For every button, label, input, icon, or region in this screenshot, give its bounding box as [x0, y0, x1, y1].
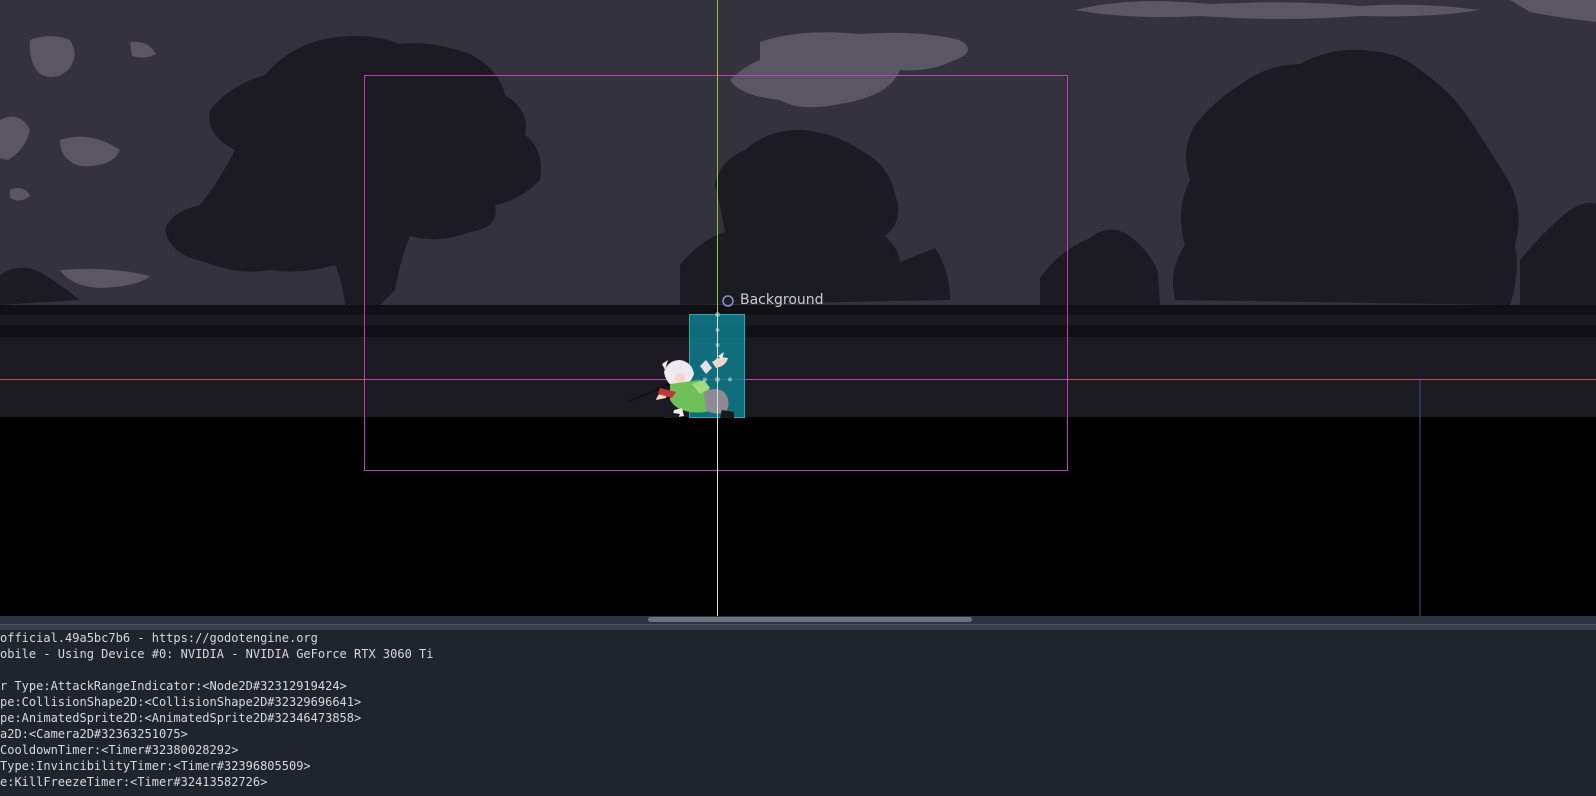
log-line: CooldownTimer:<Timer#32380028292>	[0, 743, 239, 757]
log-line: Type:InvincibilityTimer:<Timer#323968055…	[0, 759, 311, 773]
ground-band-bottom	[0, 337, 1596, 417]
log-line: e:KillFreezeTimer:<Timer#32413582726>	[0, 775, 268, 789]
log-line: a2D:<Camera2D#32363251075>	[0, 727, 188, 741]
output-log-panel[interactable]: official.49a5bc7b6 - https://godotengine…	[0, 630, 1596, 796]
log-line: official.49a5bc7b6 - https://godotengine…	[0, 631, 318, 645]
ground-band-mid	[0, 315, 1596, 325]
log-line: r Type:AttackRangeIndicator:<Node2D#3231…	[0, 679, 347, 693]
ground-band-dark	[0, 325, 1596, 337]
log-line: obile - Using Device #0: NVIDIA - NVIDIA…	[0, 647, 434, 661]
horizontal-scrollbar-grabber[interactable]	[648, 617, 972, 622]
canvas-viewport[interactable]: Background	[0, 0, 1596, 623]
scene-canvas[interactable]	[0, 0, 1596, 623]
log-line: pe:AnimatedSprite2D:<AnimatedSprite2D#32…	[0, 711, 362, 725]
background-node-label: Background	[740, 292, 824, 308]
log-line: pe:CollisionShape2D:<CollisionShape2D#32…	[0, 695, 362, 709]
